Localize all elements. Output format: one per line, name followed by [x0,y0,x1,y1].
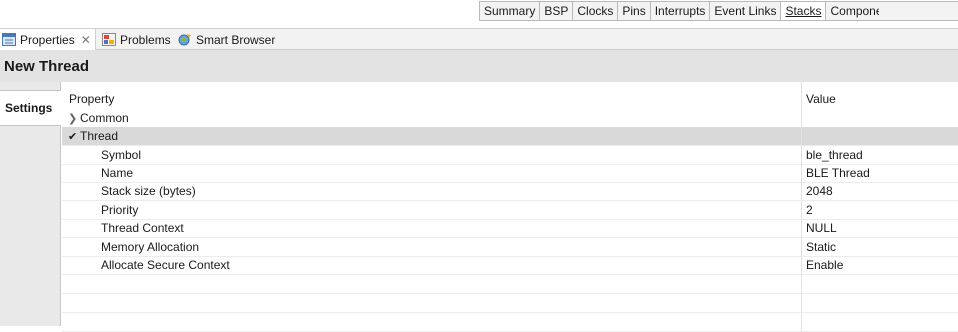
chevron-right-icon[interactable]: ❯ [68,110,80,127]
property-name: Symbol [101,148,142,162]
group-label-common: Common [80,111,129,125]
tab-bsp[interactable]: BSP [540,2,574,20]
section-tab-column: Settings [0,82,61,326]
configuration-tabs: Summary BSP Clocks Pins Interrupts Event… [479,1,904,21]
property-name: Name [101,166,134,180]
tab-settings[interactable]: Settings [0,90,61,126]
table-row[interactable]: Symbol ble_thread [62,146,958,165]
property-value[interactable]: NULL [801,219,958,237]
table-row[interactable]: Name BLE Thread [62,164,958,183]
group-row-common[interactable]: ❯ Common [62,109,958,128]
empty-row [62,275,958,294]
problems-icon [102,33,116,46]
properties-title-band: New Thread [0,50,958,82]
property-value[interactable]: BLE Thread [801,164,958,182]
property-name: Allocate Secure Context [101,258,230,272]
table-row[interactable]: Priority 2 [62,201,958,220]
editor-tab-strip: Summary BSP Clocks Pins Interrupts Event… [0,0,958,28]
chevron-down-icon[interactable]: ✔ [68,128,80,145]
properties-view-icon [2,33,16,46]
group-label-thread: Thread [80,129,119,143]
tab-event-links[interactable]: Event Links [710,2,782,20]
empty-row [62,313,958,332]
tab-problems[interactable]: Problems [102,29,171,50]
tab-smart-browser[interactable]: Smart Browser [178,29,275,50]
property-name: Priority [101,203,139,217]
tab-problems-label: Problems [120,32,171,47]
tab-smart-browser-label: Smart Browser [196,32,276,47]
table-row[interactable]: Allocate Secure Context Enable [62,256,958,275]
group-value-thread [801,127,958,145]
property-value[interactable]: ble_thread [801,146,958,164]
group-row-thread[interactable]: ✔ Thread [62,127,958,146]
table-row[interactable]: Stack size (bytes) 2048 [62,182,958,201]
view-tab-bar: Properties ✕ Problems Smart Browser [0,28,958,50]
property-table: Property Value ❯ Common ✔ Thread Symbol bl… [62,82,958,332]
tab-strip-filler [879,1,958,21]
page-title: New Thread [4,58,90,75]
tab-summary[interactable]: Summary [480,2,541,20]
smart-browser-icon [178,34,191,46]
table-row[interactable]: Memory Allocation Static [62,238,958,257]
property-name: Stack size (bytes) [101,184,196,198]
tab-properties[interactable]: Properties ✕ [0,29,96,50]
property-value[interactable]: Enable [801,256,958,274]
property-value[interactable]: Static [801,238,958,256]
tab-interrupts[interactable]: Interrupts [651,2,711,20]
tab-stacks[interactable]: Stacks [781,2,827,20]
property-name: Thread Context [101,221,184,235]
property-name: Memory Allocation [101,240,200,254]
property-value[interactable]: 2 [801,201,958,219]
tab-clocks[interactable]: Clocks [573,2,619,20]
table-row[interactable]: Thread Context NULL [62,219,958,238]
property-value[interactable]: 2048 [801,182,958,200]
close-icon[interactable]: ✕ [81,33,91,47]
group-value-common [801,109,958,127]
tab-pins[interactable]: Pins [618,2,651,20]
empty-row [62,294,958,313]
tab-properties-label: Properties [20,32,75,47]
